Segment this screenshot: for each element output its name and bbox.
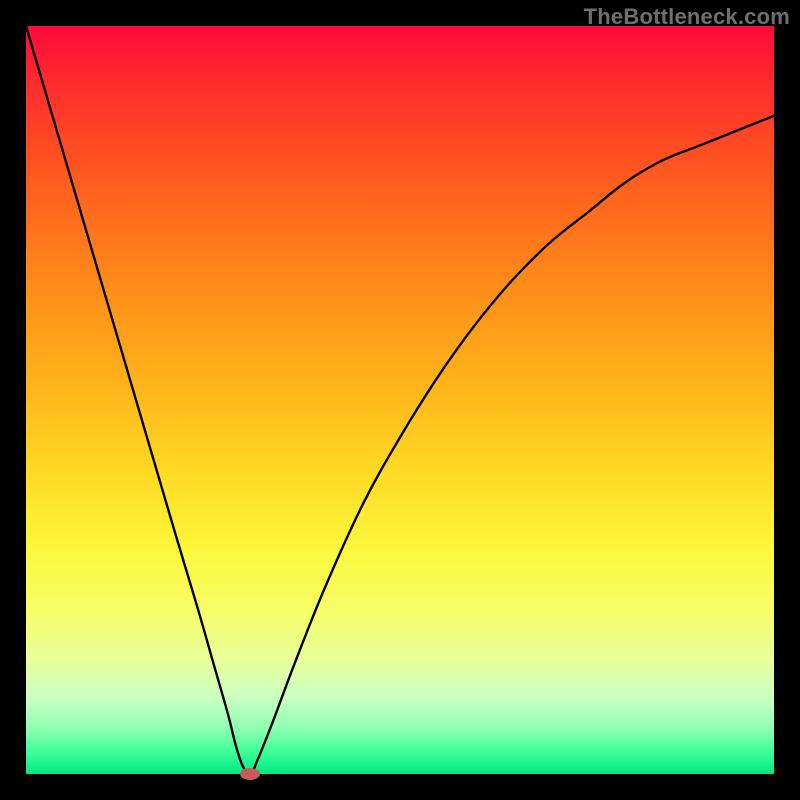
watermark-text: TheBottleneck.com	[584, 4, 790, 30]
chart-plot-area	[26, 26, 774, 774]
bottleneck-curve	[26, 26, 774, 774]
optimal-point-marker	[240, 768, 260, 780]
